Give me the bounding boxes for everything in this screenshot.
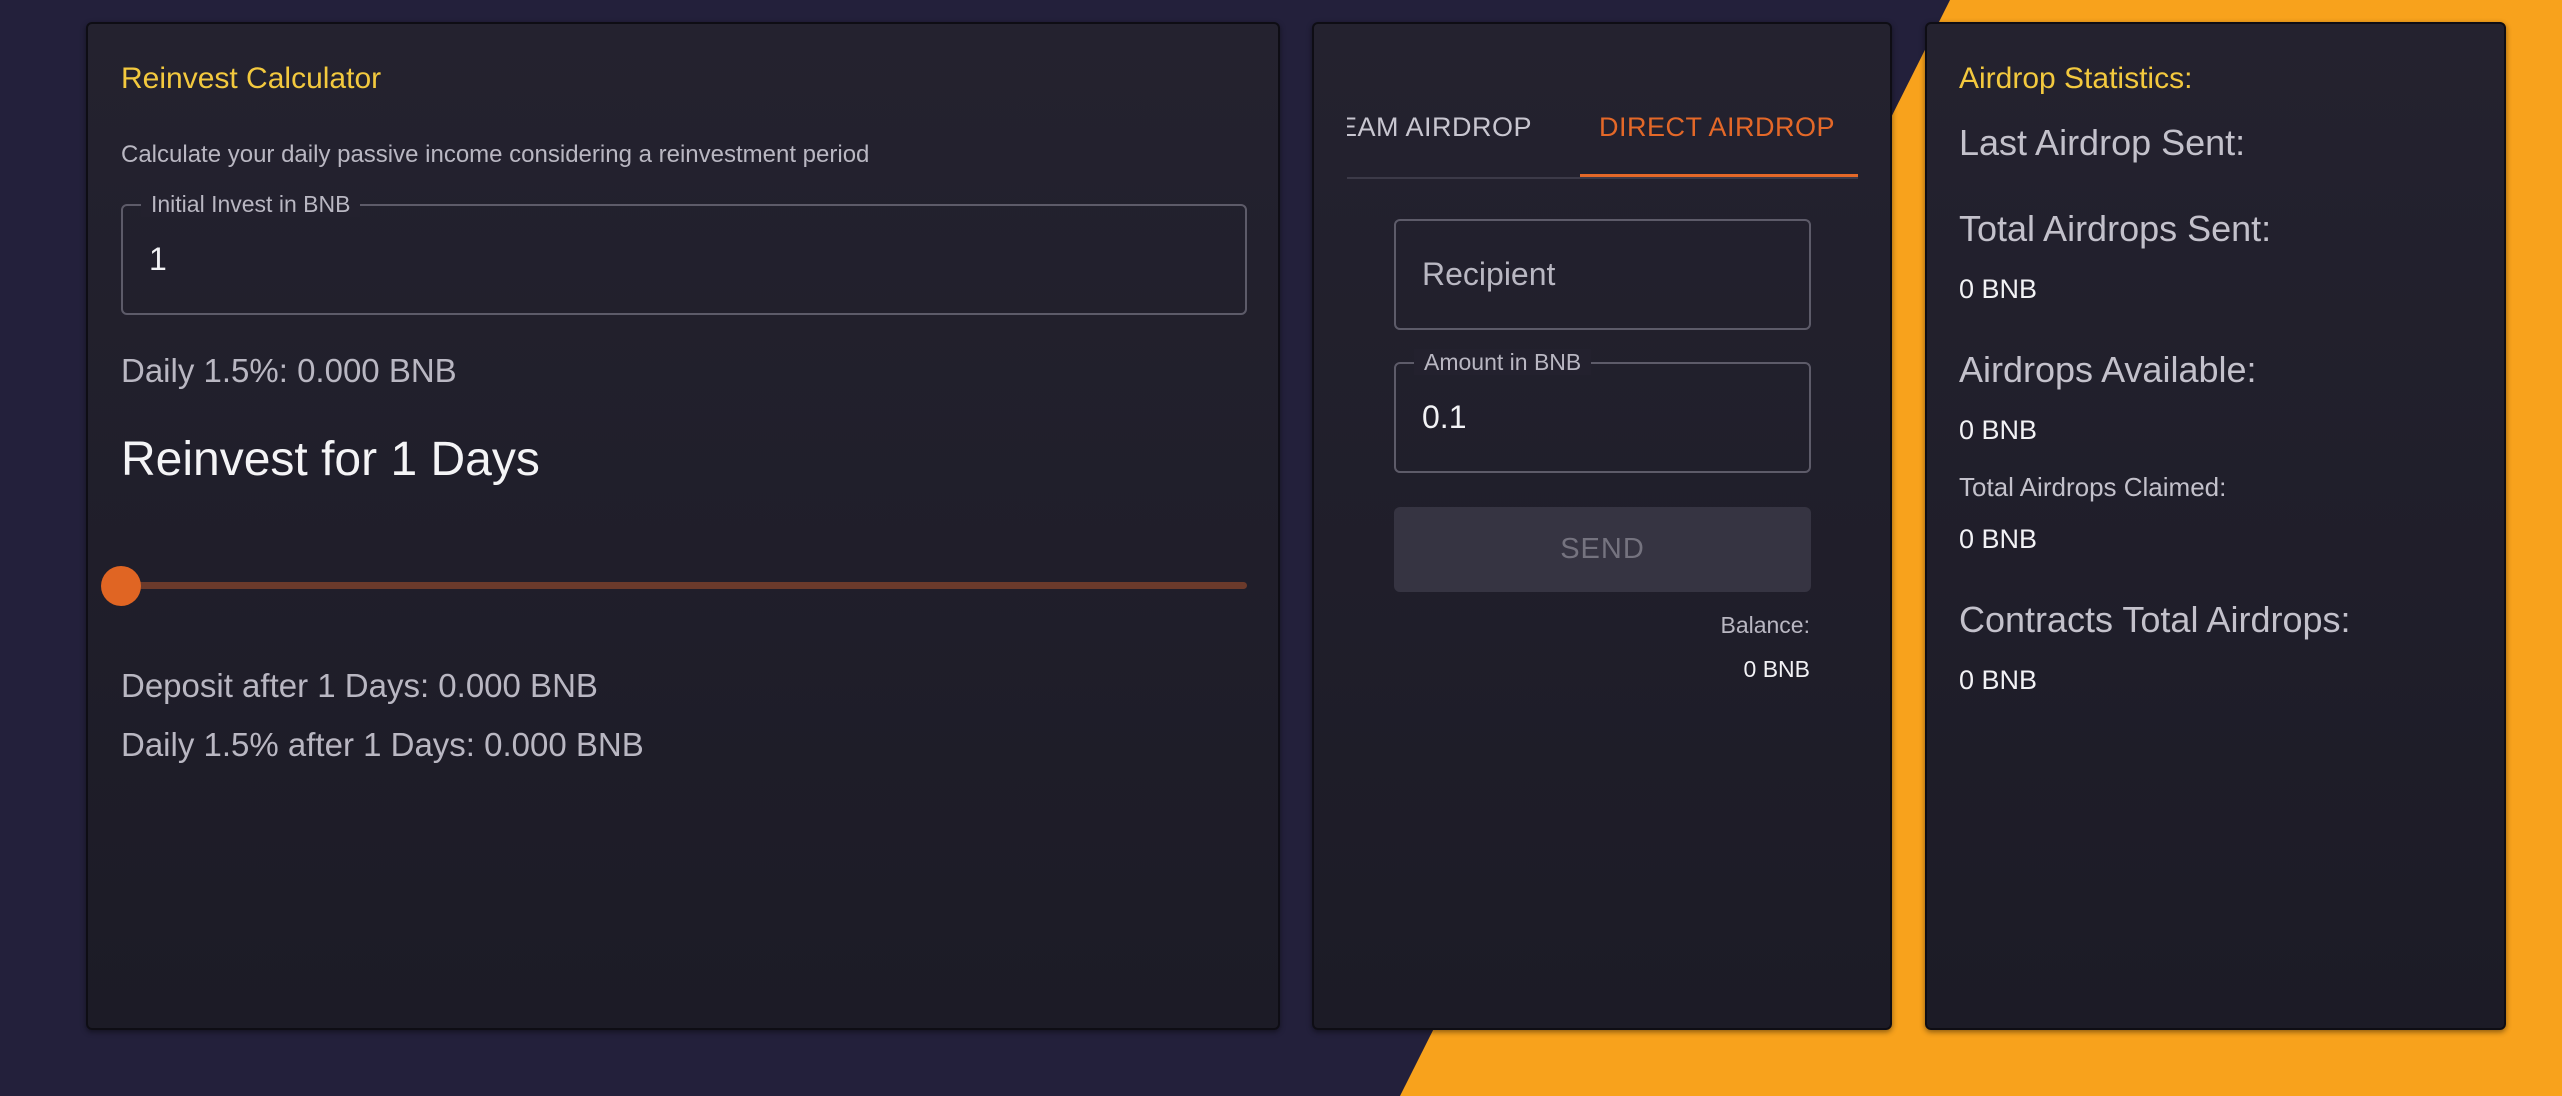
initial-invest-value[interactable]: 1 (149, 206, 167, 313)
initial-invest-field[interactable]: Initial Invest in BNB 1 (121, 191, 1247, 315)
recipient-field[interactable]: Recipient (1394, 219, 1811, 330)
last-airdrop-label: Last Airdrop Sent: (1959, 122, 2246, 163)
total-airdrops-claimed-label: Total Airdrops Claimed: (1959, 472, 2227, 502)
total-airdrops-sent-label: Total Airdrops Sent: (1959, 208, 2272, 249)
daily-after-text: Daily 1.5% after 1 Days: 0.000 BNB (121, 726, 644, 763)
airdrops-available-value: 0 BNB (1959, 415, 2038, 445)
active-tab-indicator (1580, 174, 1858, 177)
recipient-placeholder[interactable]: Recipient (1422, 221, 1555, 328)
airdrops-available-label: Airdrops Available: (1959, 349, 2257, 390)
daily-income-text: Daily 1.5%: 0.000 BNB (121, 352, 457, 389)
initial-invest-label: Initial Invest in BNB (141, 191, 361, 217)
contracts-total-airdrops-value: 0 BNB (1959, 665, 2038, 695)
reinvest-days-heading: Reinvest for 1 Days (121, 433, 540, 486)
reinvest-calculator-card: Reinvest Calculator Calculate your daily… (86, 22, 1280, 1030)
statistics-title: Airdrop Statistics: (1959, 62, 2193, 95)
total-airdrops-claimed-value: 0 BNB (1959, 524, 2038, 554)
slider-thumb[interactable] (101, 566, 141, 606)
reinvest-days-slider[interactable] (121, 582, 1247, 589)
calculator-description: Calculate your daily passive income cons… (121, 141, 870, 168)
contracts-total-airdrops-label: Contracts Total Airdrops: (1959, 599, 2351, 640)
airdrop-tabs: EAM AIRDROP DIRECT AIRDROP (1347, 84, 1858, 179)
tab-team-airdrop[interactable]: EAM AIRDROP (1347, 112, 1532, 143)
balance-value: 0 BNB (1743, 656, 1810, 682)
amount-value[interactable]: 0.1 (1422, 364, 1466, 471)
tab-direct-airdrop[interactable]: DIRECT AIRDROP (1599, 112, 1835, 143)
total-airdrops-sent-value: 0 BNB (1959, 274, 2038, 304)
calculator-title: Reinvest Calculator (121, 62, 382, 95)
send-button[interactable]: SEND (1394, 507, 1811, 592)
airdrop-card: EAM AIRDROP DIRECT AIRDROP Recipient Amo… (1312, 22, 1892, 1030)
amount-field[interactable]: Amount in BNB 0.1 (1394, 349, 1811, 473)
airdrop-statistics-card: Airdrop Statistics: Last Airdrop Sent: T… (1925, 22, 2506, 1030)
balance-label: Balance: (1720, 612, 1810, 638)
deposit-after-text: Deposit after 1 Days: 0.000 BNB (121, 667, 598, 704)
